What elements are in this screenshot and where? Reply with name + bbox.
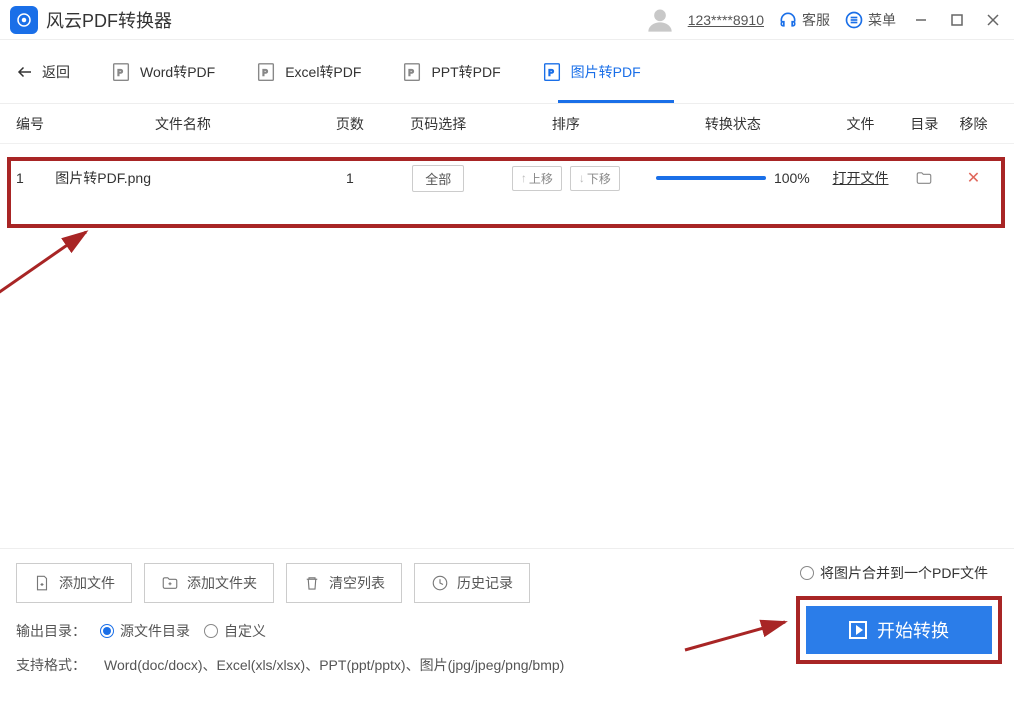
back-button[interactable]: 返回: [16, 62, 70, 82]
merge-option[interactable]: 将图片合并到一个PDF文件: [800, 563, 988, 583]
svg-text:P: P: [263, 68, 269, 77]
radio-icon: [204, 624, 218, 638]
menu-link[interactable]: 菜单: [844, 10, 896, 30]
user-id[interactable]: 123****8910: [688, 12, 764, 28]
btn-label: 添加文件夹: [187, 573, 257, 593]
open-file-link[interactable]: 打开文件: [833, 170, 889, 186]
row-num: 1: [16, 170, 55, 186]
progress-bar: [656, 176, 766, 180]
row-order: ↑上移 ↓下移: [487, 166, 644, 191]
tab-label: PPT转PDF: [431, 62, 500, 82]
support-link[interactable]: 客服: [778, 10, 830, 30]
tab-excel[interactable]: P Excel转PDF: [255, 40, 361, 103]
merge-label: 将图片合并到一个PDF文件: [820, 563, 988, 583]
th-status: 转换状态: [644, 114, 821, 134]
app-title: 风云PDF转换器: [46, 7, 172, 33]
row-remove: ✕: [949, 168, 998, 188]
clock-icon: [431, 574, 449, 592]
table-row: 1 图片转PDF.png 1 全部 ↑上移 ↓下移 100% 打开文件 ✕: [0, 156, 1014, 200]
add-folder-button[interactable]: 添加文件夹: [144, 563, 274, 603]
back-label: 返回: [42, 62, 70, 82]
image-icon: P: [541, 61, 563, 83]
tab-label: Word转PDF: [140, 62, 215, 82]
radio-label: 自定义: [224, 621, 266, 641]
output-custom-radio[interactable]: 自定义: [204, 621, 266, 641]
maximize-button[interactable]: [946, 9, 968, 31]
table-header: 编号 文件名称 页数 页码选择 排序 转换状态 文件 目录 移除: [0, 104, 1014, 144]
play-icon: [849, 621, 867, 639]
radio-icon: [800, 566, 814, 580]
row-status: 100%: [644, 170, 821, 186]
row-pagesel: 全部: [389, 165, 487, 192]
remove-button[interactable]: ✕: [967, 170, 980, 187]
tab-ppt[interactable]: P PPT转PDF: [401, 40, 500, 103]
file-plus-icon: [33, 574, 51, 592]
move-up-button[interactable]: ↑上移: [512, 166, 562, 191]
ppt-icon: P: [401, 61, 423, 83]
app-logo: [10, 6, 38, 34]
th-num: 编号: [16, 114, 55, 134]
excel-icon: P: [255, 61, 277, 83]
tab-label: Excel转PDF: [285, 62, 361, 82]
th-file: 文件: [821, 114, 900, 134]
titlebar: 风云PDF转换器 123****8910 客服 菜单: [0, 0, 1014, 40]
row-pages: 1: [311, 170, 390, 186]
th-pagesel: 页码选择: [389, 114, 487, 134]
tab-image[interactable]: P 图片转PDF: [541, 40, 641, 103]
add-file-button[interactable]: 添加文件: [16, 563, 132, 603]
btn-label: 清空列表: [329, 573, 385, 593]
progress-pct: 100%: [774, 170, 810, 186]
annotation-start-highlight: 开始转换: [796, 596, 1002, 664]
output-source-radio[interactable]: 源文件目录: [100, 621, 190, 641]
svg-text:P: P: [117, 68, 123, 77]
menu-icon: [844, 10, 864, 30]
output-label: 输出目录：: [16, 621, 86, 641]
move-down-button[interactable]: ↓下移: [570, 166, 620, 191]
th-pages: 页数: [311, 114, 390, 134]
bottom-panel: 添加文件 添加文件夹 清空列表 历史记录 将图片合并到一个PDF文件 输出目录：…: [0, 548, 1014, 708]
history-button[interactable]: 历史记录: [414, 563, 530, 603]
clear-list-button[interactable]: 清空列表: [286, 563, 402, 603]
tabbar: 返回 P Word转PDF P Excel转PDF P PPT转PDF P 图片…: [0, 40, 1014, 104]
btn-label: 添加文件: [59, 573, 115, 593]
active-tab-underline: [558, 100, 674, 103]
th-remove: 移除: [949, 114, 998, 134]
start-label: 开始转换: [877, 617, 949, 643]
start-convert-button[interactable]: 开始转换: [806, 606, 992, 654]
support-label: 客服: [802, 10, 830, 30]
th-dir: 目录: [900, 114, 949, 134]
th-order: 排序: [487, 114, 644, 134]
menu-label: 菜单: [868, 10, 896, 30]
trash-icon: [303, 574, 321, 592]
svg-text:P: P: [409, 68, 415, 77]
radio-checked-icon: [100, 624, 114, 638]
word-icon: P: [110, 61, 132, 83]
support-text: Word(doc/docx)、Excel(xls/xlsx)、PPT(ppt/p…: [104, 655, 564, 675]
annotation-arrow-row: [0, 220, 108, 310]
btn-label: 历史记录: [457, 573, 513, 593]
folder-icon[interactable]: [915, 169, 933, 187]
tab-label: 图片转PDF: [571, 62, 641, 82]
row-filename: 图片转PDF.png: [55, 168, 310, 188]
svg-text:P: P: [548, 68, 554, 77]
radio-label: 源文件目录: [120, 621, 190, 641]
page-select-button[interactable]: 全部: [412, 165, 464, 192]
avatar-icon: [646, 6, 674, 34]
support-label: 支持格式：: [16, 655, 86, 675]
close-button[interactable]: [982, 9, 1004, 31]
folder-plus-icon: [161, 574, 179, 592]
headset-icon: [778, 10, 798, 30]
minimize-button[interactable]: [910, 9, 932, 31]
row-file: 打开文件: [821, 168, 900, 188]
row-dir: [900, 169, 949, 187]
th-name: 文件名称: [55, 114, 310, 134]
tab-word[interactable]: P Word转PDF: [110, 40, 215, 103]
